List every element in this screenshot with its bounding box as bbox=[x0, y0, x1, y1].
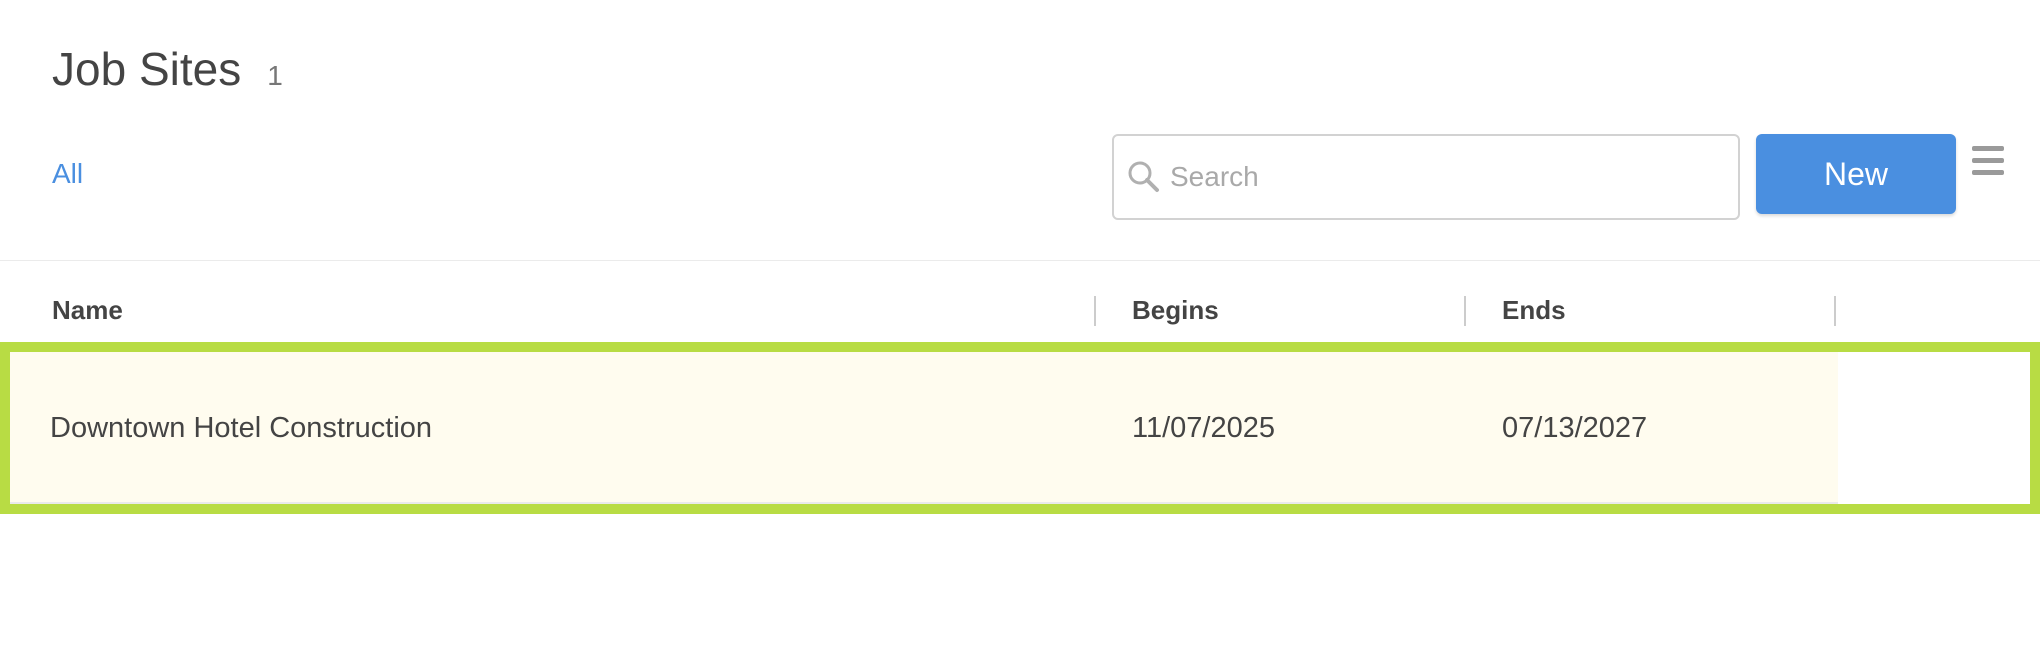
column-resize-handle[interactable] bbox=[1834, 296, 1836, 326]
page-title: Job Sites bbox=[52, 43, 242, 95]
cell-name: Downtown Hotel Construction bbox=[50, 412, 433, 444]
page-header: Job Sites 1 bbox=[52, 42, 283, 96]
header-divider bbox=[0, 260, 2040, 261]
column-header-ends[interactable]: Ends bbox=[1502, 290, 1566, 330]
menu-bar bbox=[1972, 158, 2004, 163]
column-header-name[interactable]: Name bbox=[52, 290, 123, 330]
column-header-begins[interactable]: Begins bbox=[1132, 290, 1219, 330]
table-row[interactable]: Downtown Hotel Construction 11/07/2025 0… bbox=[0, 342, 2040, 514]
cell-begins: 11/07/2025 bbox=[1132, 412, 1275, 444]
record-count: 1 bbox=[267, 60, 283, 91]
column-resize-handle[interactable] bbox=[1464, 296, 1466, 326]
new-button[interactable]: New bbox=[1756, 134, 1956, 214]
hamburger-menu-icon[interactable] bbox=[1972, 146, 2004, 180]
menu-bar bbox=[1972, 170, 2004, 175]
menu-bar bbox=[1972, 146, 2004, 151]
table-header: Name Begins Ends bbox=[0, 290, 2040, 330]
filter-all-link[interactable]: All bbox=[52, 158, 83, 190]
job-sites-page: Job Sites 1 All New Name Begins Ends Dow… bbox=[0, 0, 2040, 660]
column-resize-handle[interactable] bbox=[1094, 296, 1096, 326]
search-input[interactable] bbox=[1168, 160, 1712, 194]
cell-ends: 07/13/2027 bbox=[1502, 412, 1648, 444]
search-box[interactable] bbox=[1112, 134, 1740, 220]
search-icon bbox=[1128, 161, 1159, 192]
